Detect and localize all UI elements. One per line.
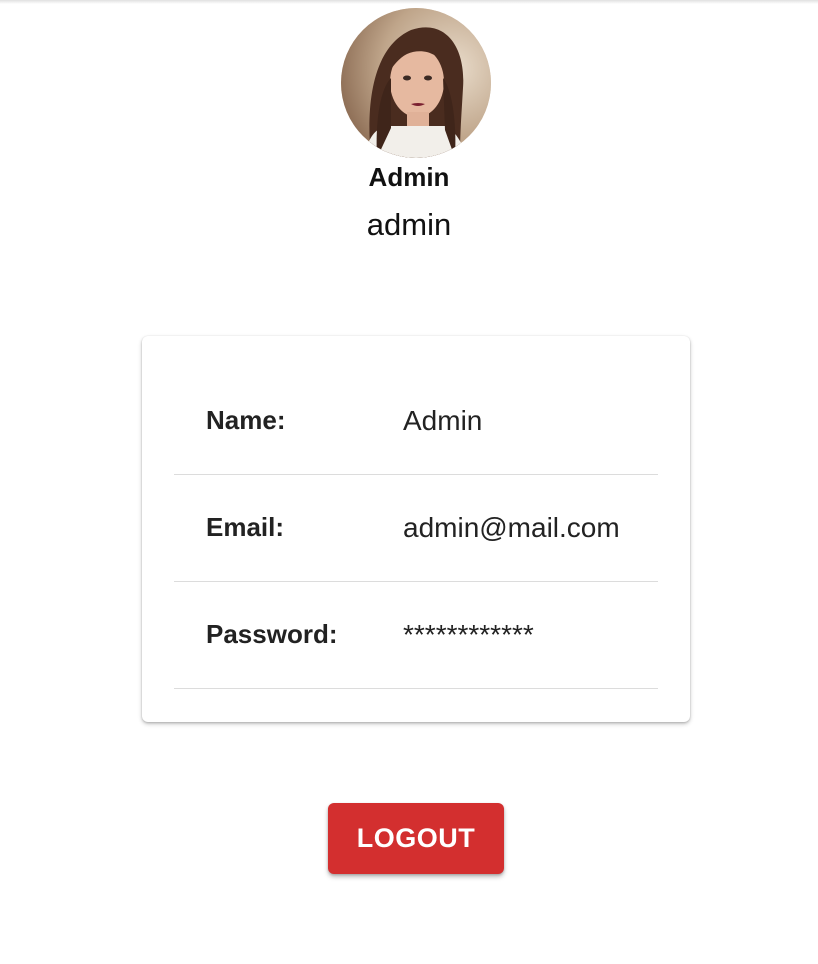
name-value: Admin bbox=[403, 405, 483, 436]
account-details-card: Name: Admin Email: admin@mail.com Passwo… bbox=[142, 336, 690, 722]
email-label: Email: bbox=[206, 512, 285, 542]
profile-page: Admin admin Name: Admin Email: admin@mai… bbox=[0, 0, 818, 964]
account-details-table: Name: Admin Email: admin@mail.com Passwo… bbox=[174, 368, 658, 689]
name-label: Name: bbox=[206, 405, 286, 435]
password-label: Password: bbox=[206, 619, 338, 649]
app-bar-shadow bbox=[0, 0, 818, 4]
avatar-photo bbox=[341, 8, 491, 158]
table-row-password: Password: ************ bbox=[174, 582, 658, 689]
table-row-name: Name: Admin bbox=[174, 368, 658, 475]
profile-display-name: Admin bbox=[368, 162, 450, 192]
password-value: ************ bbox=[403, 619, 534, 650]
profile-username: admin bbox=[366, 207, 452, 242]
email-value: admin@mail.com bbox=[403, 512, 620, 543]
avatar bbox=[341, 8, 491, 158]
logout-button[interactable]: LOGOUT bbox=[328, 803, 504, 874]
table-row-email: Email: admin@mail.com bbox=[174, 475, 658, 582]
